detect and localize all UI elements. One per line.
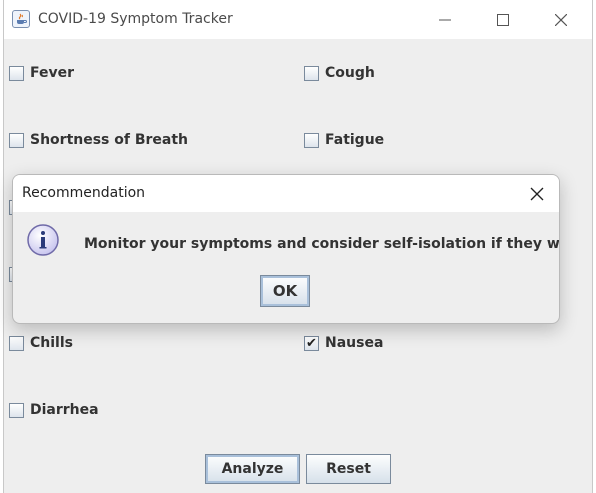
reset-button[interactable]: Reset bbox=[306, 454, 391, 484]
dialog-title: Recommendation bbox=[22, 185, 146, 201]
checkmark-icon: ✔ bbox=[306, 336, 317, 351]
minimize-icon bbox=[439, 19, 451, 21]
checkbox-label: Diarrhea bbox=[30, 402, 99, 418]
checkbox-cough[interactable]: Cough bbox=[304, 65, 424, 85]
recommendation-dialog: Recommendation Monitor your symptoms and… bbox=[12, 174, 560, 324]
window-title: COVID-19 Symptom Tracker bbox=[38, 11, 233, 27]
dialog-close-button[interactable] bbox=[527, 184, 547, 204]
close-icon bbox=[555, 14, 567, 26]
checkbox-diarrhea[interactable]: Diarrhea bbox=[9, 402, 129, 422]
checkbox-fever[interactable]: Fever bbox=[9, 65, 129, 85]
checkbox-box[interactable] bbox=[9, 66, 24, 81]
checkbox-nausea[interactable]: ✔ Nausea bbox=[304, 335, 424, 355]
title-bar[interactable]: COVID-19 Symptom Tracker bbox=[4, 0, 592, 39]
maximize-button[interactable] bbox=[480, 0, 526, 39]
minimize-button[interactable] bbox=[422, 0, 468, 39]
java-cup-icon bbox=[12, 10, 30, 28]
checkbox-box[interactable] bbox=[304, 133, 319, 148]
checkbox-chills[interactable]: Chills bbox=[9, 335, 129, 355]
checkbox-box[interactable] bbox=[304, 66, 319, 81]
checkbox-label: Fever bbox=[30, 65, 75, 81]
dialog-message: Monitor your symptoms and consider self-… bbox=[84, 236, 560, 252]
checkbox-fatigue[interactable]: Fatigue bbox=[304, 132, 424, 152]
close-icon bbox=[530, 187, 544, 201]
checkbox-label: Fatigue bbox=[325, 132, 385, 148]
checkbox-box[interactable] bbox=[9, 336, 24, 351]
checkbox-label: Shortness of Breath bbox=[30, 132, 189, 148]
checkbox-box[interactable] bbox=[9, 133, 24, 148]
maximize-icon bbox=[497, 14, 509, 26]
checkbox-shortness-of-breath[interactable]: Shortness of Breath bbox=[9, 132, 209, 152]
checkbox-label: Chills bbox=[30, 335, 73, 351]
checkbox-label: Nausea bbox=[325, 335, 384, 351]
close-button[interactable] bbox=[538, 0, 584, 39]
dialog-title-bar[interactable]: Recommendation bbox=[13, 175, 559, 212]
checkbox-box[interactable]: ✔ bbox=[304, 336, 319, 351]
checkbox-label: Cough bbox=[325, 65, 375, 81]
analyze-button[interactable]: Analyze bbox=[205, 454, 300, 484]
info-icon bbox=[26, 223, 60, 257]
ok-button[interactable]: OK bbox=[260, 275, 310, 307]
checkbox-box[interactable] bbox=[9, 403, 24, 418]
